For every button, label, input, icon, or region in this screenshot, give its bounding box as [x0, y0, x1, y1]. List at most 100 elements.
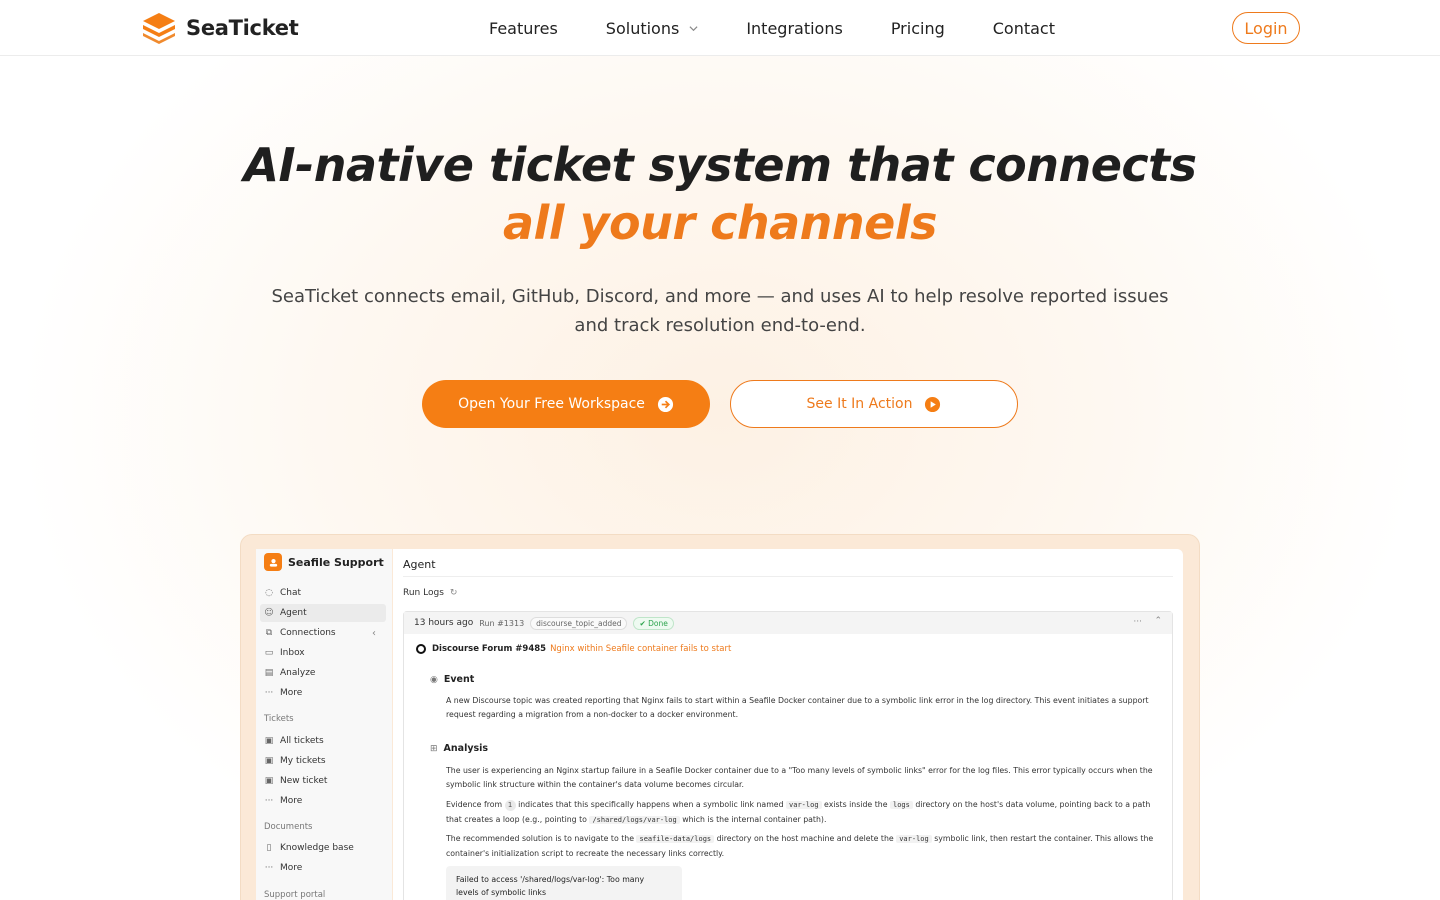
agent-page-title: Agent [403, 558, 436, 571]
status-badge: ✔ Done [633, 616, 674, 630]
nav-link-integrations[interactable]: Integrations [746, 19, 843, 38]
login-button[interactable]: Login [1232, 12, 1300, 44]
chevron-down-icon [689, 25, 698, 31]
top-navbar: SeaTicket Features Solutions Integration… [0, 0, 1440, 56]
sidebar-item-label: Chat [280, 588, 302, 598]
sidebar-item-label: My tickets [280, 756, 326, 766]
sidebar-item-analyze[interactable]: ▤ Analyze [260, 664, 386, 682]
sidebar-item-documents-more[interactable]: ··· More [260, 859, 386, 877]
sidebar-item-tickets-more[interactable]: ··· More [260, 792, 386, 810]
run-time: 13 hours ago [414, 618, 474, 628]
hero-title-highlight: all your channels [502, 196, 938, 250]
title-divider [403, 576, 1173, 577]
run-logs-label: Run Logs [403, 588, 444, 598]
sidebar-item-all-tickets[interactable]: ▣ All tickets [260, 732, 386, 750]
inbox-icon: ▭ [264, 648, 274, 658]
chevron-up-icon[interactable]: ⌃ [1154, 616, 1162, 626]
discourse-icon [416, 644, 426, 654]
sidebar-item-chat[interactable]: ◌ Chat [260, 584, 386, 602]
forum-topic-link[interactable]: Nginx within Seafile container fails to … [550, 644, 731, 654]
run-logs-header: Run Logs ↻ [403, 588, 457, 598]
sidebar-item-inbox[interactable]: ▭ Inbox [260, 644, 386, 662]
more-icon: ··· [264, 796, 274, 806]
see-in-action-button[interactable]: See It In Action [730, 380, 1018, 428]
citation-badge[interactable]: 1 [504, 800, 516, 811]
nav-link-solutions[interactable]: Solutions [606, 19, 699, 38]
error-message-box: Failed to access '/shared/logs/var-log':… [446, 866, 682, 900]
forum-topic-id: Discourse Forum #9485 [432, 644, 547, 654]
inline-code: logs [889, 801, 913, 809]
chevron-left-icon[interactable]: ‹ [372, 628, 376, 639]
nav-link-features[interactable]: Features [489, 19, 558, 38]
more-icon: ··· [264, 688, 274, 698]
sidebar-item-label: More [280, 863, 303, 873]
eye-icon: ◉ [430, 674, 438, 685]
hero-subtitle: SeaTicket connects email, GitHub, Discor… [271, 286, 1169, 336]
arrow-circle-icon [657, 396, 673, 412]
analysis-paragraph-2: Evidence from 1 indicates that this spec… [446, 798, 1166, 827]
run-trigger-tag: discourse_topic_added [530, 616, 628, 630]
preview-main-panel: Agent Run Logs ↻ 13 hours ago Run #1313 … [393, 549, 1183, 900]
text-span: which is the internal container path). [682, 814, 827, 824]
status-label: Done [648, 618, 668, 628]
inline-code: /shared/logs/var-log [589, 815, 680, 824]
see-in-action-label: See It In Action [806, 396, 913, 412]
workspace-header[interactable]: Seafile Support [264, 553, 384, 571]
more-icon: ··· [264, 863, 274, 873]
sidebar-item-knowledge-base[interactable]: ▯ Knowledge base [260, 839, 386, 857]
analysis-heading-label: Analysis [443, 743, 489, 754]
analysis-paragraph-1: The user is experiencing an Nginx startu… [446, 766, 1153, 789]
grid-icon: ⊞ [430, 743, 438, 754]
sidebar-item-connections[interactable]: ⧉ Connections ‹ [260, 624, 386, 642]
sidebar-item-label: Agent [280, 608, 307, 618]
open-workspace-button[interactable]: Open Your Free Workspace [422, 380, 710, 428]
sidebar-item-label: Analyze [280, 668, 316, 678]
more-options-icon[interactable]: ··· [1133, 617, 1142, 627]
nav-link-contact[interactable]: Contact [993, 19, 1055, 38]
sidebar-item-label: All tickets [280, 736, 324, 746]
text-span: The recommended solution is to navigate … [446, 834, 634, 843]
sidebar-item-label: More [280, 688, 303, 698]
play-circle-icon [925, 396, 941, 412]
error-line: levels of symbolic links [456, 888, 547, 897]
sidebar-item-label: Inbox [280, 648, 305, 658]
sidebar-item-label: New ticket [280, 776, 328, 786]
text-span: exists inside the [824, 800, 888, 809]
refresh-icon[interactable]: ↻ [450, 588, 458, 598]
book-icon: ▯ [266, 843, 272, 853]
inline-code: var-log [786, 801, 822, 809]
sidebar-section-documents: Documents [264, 822, 313, 832]
sidebar-item-label: Connections [280, 628, 336, 638]
workspace-name: Seafile Support [288, 555, 384, 569]
text-span: directory on the host machine and delete… [716, 834, 894, 843]
sidebar-item-new-ticket[interactable]: ▣ New ticket [260, 772, 386, 790]
tickets-icon: ▣ [264, 736, 274, 746]
sidebar-item-label: More [280, 796, 303, 806]
sidebar-item-agent[interactable]: ☺ Agent [260, 604, 386, 622]
event-heading-label: Event [443, 674, 475, 685]
open-workspace-label: Open Your Free Workspace [458, 396, 645, 412]
my-tickets-icon: ▣ [264, 756, 274, 766]
run-id: Run #1313 [479, 618, 525, 628]
nav-links: Features Solutions Integrations Pricing … [489, 0, 1103, 56]
nav-link-solutions-label: Solutions [605, 18, 680, 38]
analysis-heading: ⊞ Analysis [430, 743, 488, 754]
text-span: indicates that this specifically happens… [518, 800, 784, 809]
seaticket-logo-icon [143, 13, 175, 44]
hero-title: AI-native ticket system that connects [243, 138, 1197, 192]
sidebar-section-support-portal: Support portal [264, 890, 326, 900]
run-log-header[interactable]: 13 hours ago Run #1313 discourse_topic_a… [404, 612, 1172, 634]
agent-icon: ☺ [264, 608, 274, 618]
brand-logo[interactable]: SeaTicket [140, 12, 299, 44]
analysis-paragraph-3: The recommended solution is to navigate … [446, 832, 1166, 860]
workspace-logo-icon [264, 553, 282, 571]
nav-link-pricing[interactable]: Pricing [891, 19, 945, 38]
text-span: Evidence from [446, 800, 503, 809]
connections-icon: ⧉ [265, 628, 273, 638]
analyze-icon: ▤ [264, 668, 274, 678]
sidebar-item-my-tickets[interactable]: ▣ My tickets [260, 752, 386, 770]
inline-code: seafile-data/logs [636, 835, 715, 843]
chat-icon: ◌ [265, 588, 273, 598]
sidebar-item-more[interactable]: ··· More [260, 684, 386, 702]
inline-code: var-log [896, 835, 932, 843]
